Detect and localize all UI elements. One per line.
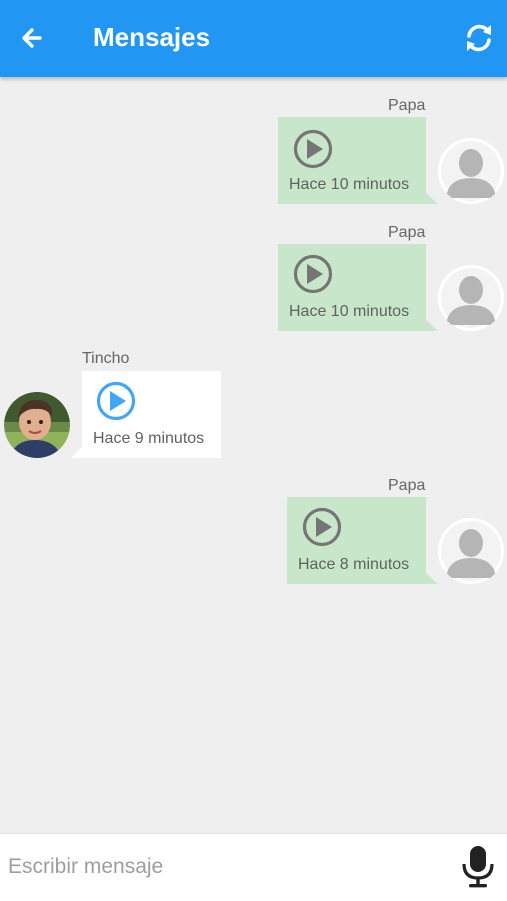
message-bubble: Hace 8 minutos	[287, 497, 438, 584]
person-placeholder-icon	[438, 265, 504, 331]
microphone-icon[interactable]	[458, 844, 498, 890]
message-sender: Papa	[388, 477, 426, 494]
message-bubble: Hace 10 minutos	[278, 117, 438, 204]
play-icon[interactable]	[292, 253, 334, 295]
child-photo-avatar	[4, 392, 70, 458]
message-time: Hace 10 minutos	[289, 303, 410, 320]
refresh-icon[interactable]	[461, 20, 497, 56]
message-time: Hace 9 minutos	[93, 430, 205, 447]
message-sender: Tincho	[82, 350, 130, 367]
avatar	[438, 518, 504, 584]
message-time: Hace 8 minutos	[298, 556, 410, 573]
message-bubble: Hace 9 minutos	[71, 371, 221, 458]
message-bubble: Hace 10 minutos	[278, 244, 438, 331]
avatar	[4, 392, 70, 458]
play-icon[interactable]	[95, 380, 137, 422]
person-placeholder-icon	[438, 518, 504, 584]
avatar	[438, 265, 504, 331]
page-title: Mensajes	[93, 22, 211, 52]
play-icon[interactable]	[301, 506, 343, 548]
avatar	[438, 138, 504, 204]
message-composer	[0, 833, 507, 901]
person-placeholder-icon	[438, 138, 504, 204]
play-icon[interactable]	[292, 128, 334, 170]
app-bar: Mensajes	[0, 0, 507, 77]
arrow-left-icon[interactable]	[14, 20, 50, 56]
message-time: Hace 10 minutos	[289, 176, 410, 193]
message-sender: Papa	[388, 97, 426, 114]
message-input[interactable]	[6, 846, 440, 888]
message-sender: Papa	[388, 224, 426, 241]
